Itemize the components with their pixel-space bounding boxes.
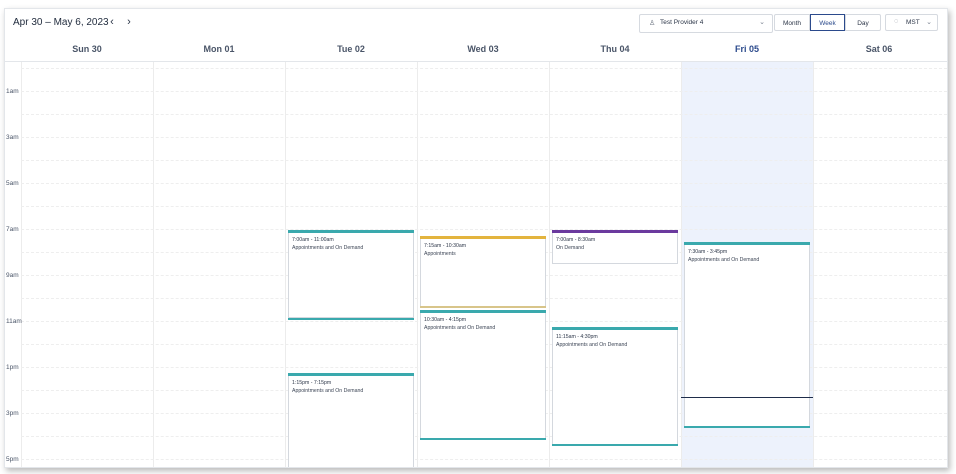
event-time: 7:00am - 8:30am bbox=[556, 237, 596, 243]
grid-line bbox=[21, 91, 947, 92]
event-end-line bbox=[684, 426, 810, 428]
day-column-sat[interactable] bbox=[813, 62, 947, 467]
date-range-label: Apr 30 – May 6, 2023 bbox=[13, 17, 109, 28]
event-block[interactable]: 1:15pm - 7:15pm Appointments and On Dema… bbox=[288, 373, 414, 467]
event-color-bar bbox=[420, 236, 546, 239]
event-end-line bbox=[420, 438, 546, 440]
event-color-bar bbox=[420, 310, 546, 313]
event-end-line bbox=[552, 444, 678, 446]
globe-icon: ◌ bbox=[894, 18, 899, 25]
event-time: 7:15am - 10:30am bbox=[424, 243, 467, 249]
event-description: Appointments bbox=[424, 251, 456, 257]
day-header-mon: Mon 01 bbox=[203, 44, 235, 54]
event-block[interactable]: 7:00am - 11:00am Appointments and On Dem… bbox=[288, 230, 414, 318]
event-time: 1:15pm - 7:15pm bbox=[292, 380, 332, 386]
day-column-sun[interactable] bbox=[21, 62, 153, 467]
event-block[interactable]: 10:30am - 4:15pm Appointments and On Dem… bbox=[420, 310, 546, 439]
event-time: 7:00am - 11:00am bbox=[292, 237, 334, 243]
day-header-fri: Fri 05 bbox=[734, 44, 759, 54]
event-end-line bbox=[420, 306, 546, 308]
view-week-button[interactable]: Week bbox=[810, 14, 845, 31]
event-time: 7:30am - 3:45pm bbox=[688, 249, 728, 255]
event-block[interactable]: 7:30am - 3:45pm Appointments and On Dema… bbox=[684, 242, 810, 428]
chevron-left-icon[interactable]: ‹ bbox=[105, 15, 119, 29]
event-time: 11:15am - 4:30pm bbox=[556, 334, 598, 340]
time-label: 3pm bbox=[6, 410, 19, 417]
event-description: On Demand bbox=[556, 245, 584, 251]
current-time-indicator bbox=[681, 397, 813, 398]
day-header-row: Sun 30 Mon 01 Tue 02 Wed 03 Thu 04 Fri 0… bbox=[5, 39, 947, 62]
grid-line bbox=[21, 160, 947, 161]
grid-line bbox=[21, 459, 947, 460]
time-label: 5pm bbox=[6, 456, 19, 463]
day-header-thu: Thu 04 bbox=[600, 44, 630, 54]
event-color-bar bbox=[684, 242, 810, 245]
provider-label: Test Provider 4 bbox=[660, 19, 704, 26]
day-header-sat: Sat 06 bbox=[865, 44, 893, 54]
event-time: 10:30am - 4:15pm bbox=[424, 317, 467, 323]
event-description: Appointments and On Demand bbox=[292, 388, 364, 394]
event-color-bar bbox=[288, 373, 414, 376]
grid-line bbox=[21, 229, 947, 230]
day-header-wed: Wed 03 bbox=[467, 44, 499, 54]
grid-line bbox=[21, 183, 947, 184]
event-description: Appointments and On Demand bbox=[556, 342, 628, 348]
time-label: 11am bbox=[6, 318, 22, 325]
event-block[interactable]: 7:00am - 8:30am On Demand bbox=[552, 230, 678, 264]
day-header-tue: Tue 02 bbox=[337, 44, 365, 54]
event-description: Appointments and On Demand bbox=[688, 257, 760, 263]
time-label: 1pm bbox=[6, 364, 19, 371]
time-label: 1am bbox=[6, 88, 19, 95]
time-label: 9am bbox=[6, 272, 19, 279]
grid-line bbox=[21, 114, 947, 115]
provider-select[interactable]: ♙ Test Provider 4 ⌄ bbox=[639, 14, 773, 33]
view-day-button[interactable]: Day bbox=[845, 14, 881, 31]
grid-line bbox=[21, 206, 947, 207]
chevron-down-icon: ⌄ bbox=[759, 19, 765, 26]
timezone-label: MST bbox=[906, 19, 920, 26]
event-end-line bbox=[288, 318, 414, 320]
event-color-bar bbox=[552, 230, 678, 233]
event-color-bar bbox=[288, 230, 414, 233]
time-label: 5am bbox=[6, 180, 19, 187]
event-block[interactable]: 7:15am - 10:30am Appointments bbox=[420, 236, 546, 307]
grid-line bbox=[21, 137, 947, 138]
week-grid: 1am 3am 5am 7am 9am 11am 1pm 3pm 5pm 7:0… bbox=[5, 62, 947, 467]
user-icon: ♙ bbox=[649, 20, 656, 27]
day-header-sun: Sun 30 bbox=[72, 44, 102, 54]
calendar-window: Apr 30 – May 6, 2023 ‹ › ♙ Test Provider… bbox=[4, 8, 948, 468]
day-column-mon[interactable] bbox=[153, 62, 285, 467]
time-label: 3am bbox=[6, 134, 19, 141]
event-block[interactable]: 11:15am - 4:30pm Appointments and On Dem… bbox=[552, 327, 678, 445]
event-description: Appointments and On Demand bbox=[424, 325, 496, 331]
chevron-down-icon: ⌄ bbox=[926, 19, 932, 26]
calendar-toolbar: Apr 30 – May 6, 2023 ‹ › ♙ Test Provider… bbox=[5, 9, 947, 39]
chevron-right-icon[interactable]: › bbox=[122, 15, 136, 29]
time-label: 7am bbox=[6, 226, 19, 233]
event-color-bar bbox=[552, 327, 678, 330]
event-description: Appointments and On Demand bbox=[292, 245, 364, 251]
view-month-button[interactable]: Month bbox=[774, 14, 810, 31]
grid-line bbox=[21, 68, 947, 69]
timezone-select[interactable]: ◌ MST ⌄ bbox=[885, 14, 938, 31]
